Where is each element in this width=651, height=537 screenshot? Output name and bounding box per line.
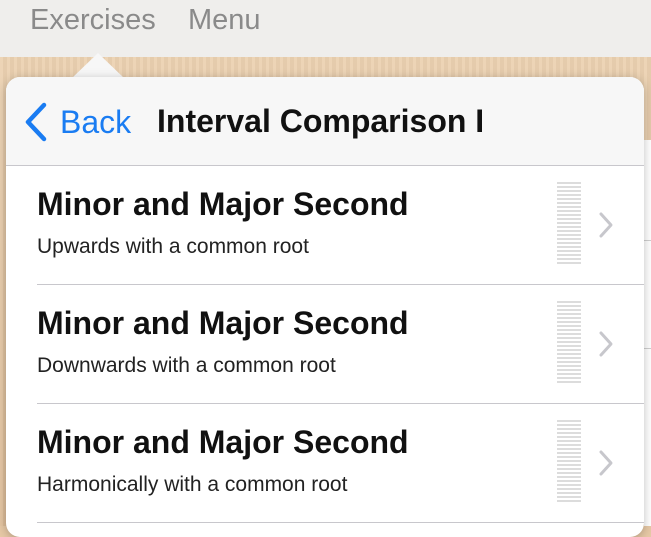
progress-indicator	[557, 301, 581, 385]
chevron-right-icon	[599, 450, 613, 476]
list-item-subtitle: Downwards with a common root	[37, 354, 336, 377]
popover-arrow	[72, 53, 124, 78]
navigation-bar: Back Interval Comparison I	[6, 77, 644, 166]
list-item[interactable]: Minor and Major Second Downwards with a …	[6, 285, 644, 404]
page-title: Interval Comparison I	[157, 103, 485, 139]
toolbar-exercises-button[interactable]: Exercises	[30, 4, 156, 37]
list-item-title: Minor and Major Second	[37, 186, 409, 222]
list-item-subtitle: Upwards with a common root	[37, 235, 309, 258]
toolbar-menu-button[interactable]: Menu	[188, 4, 261, 37]
divider	[37, 522, 644, 523]
back-label: Back	[60, 104, 132, 140]
exercise-list: Minor and Major Second Upwards with a co…	[6, 166, 644, 523]
list-item-title: Minor and Major Second	[37, 305, 409, 341]
progress-indicator	[557, 182, 581, 266]
list-item-subtitle: Harmonically with a common root	[37, 473, 348, 496]
top-toolbar: Exercises Menu	[0, 0, 651, 58]
chevron-right-icon	[599, 331, 613, 357]
divider	[644, 240, 651, 241]
progress-indicator	[557, 420, 581, 504]
list-item[interactable]: Minor and Major Second Upwards with a co…	[6, 166, 644, 285]
list-item[interactable]: Minor and Major Second Harmonically with…	[6, 404, 644, 523]
exercise-popover: Back Interval Comparison I Minor and Maj…	[6, 77, 644, 537]
background-view-edge	[644, 140, 651, 526]
chevron-left-icon	[25, 102, 47, 142]
chevron-right-icon	[599, 212, 613, 238]
divider	[644, 348, 651, 349]
list-item-title: Minor and Major Second	[37, 424, 409, 460]
